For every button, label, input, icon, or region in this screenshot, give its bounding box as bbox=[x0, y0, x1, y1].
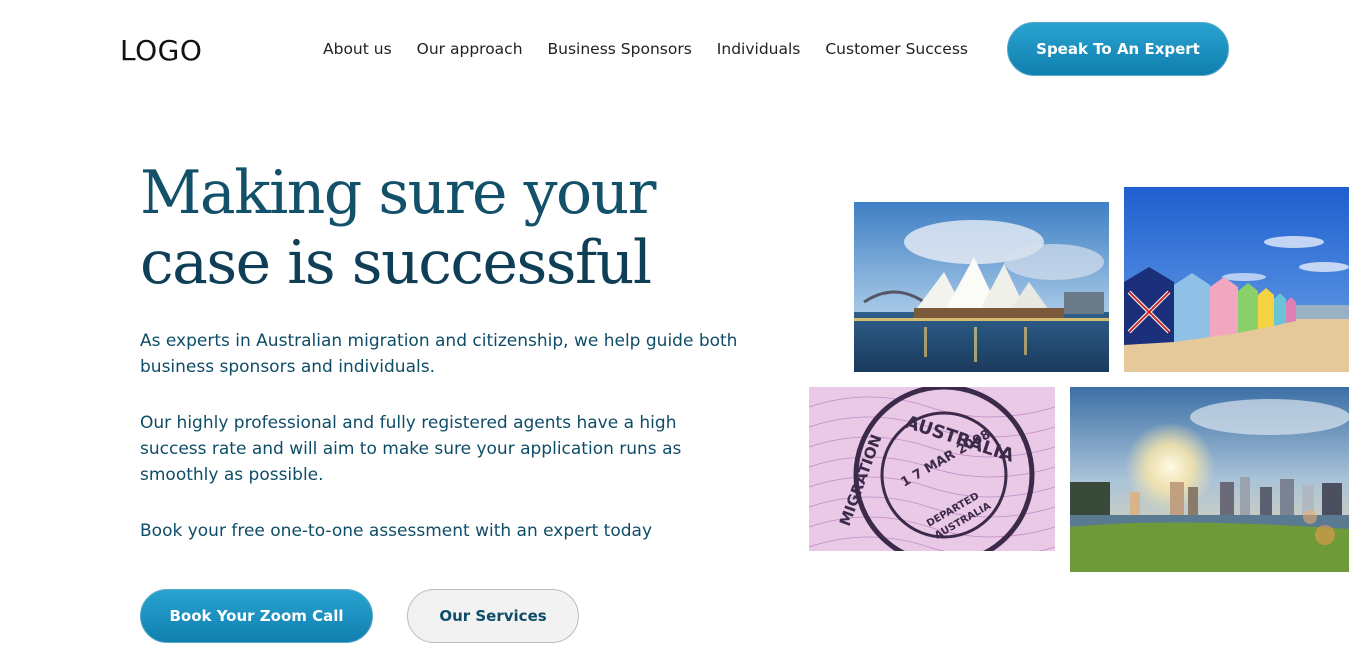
logo[interactable]: LOGO bbox=[120, 34, 202, 67]
book-zoom-call-button[interactable]: Book Your Zoom Call bbox=[140, 589, 373, 643]
hero-title-line2: case is successful bbox=[140, 228, 652, 298]
hero-paragraph-2: Our highly professional and fully regist… bbox=[140, 413, 682, 485]
main-nav: About us Our approach Business Sponsors … bbox=[323, 40, 993, 58]
hero-paragraph-3: Book your free one-to-one assessment wit… bbox=[140, 521, 653, 541]
hero-paragraph-1: As experts in Australian migration and c… bbox=[140, 331, 738, 377]
sydney-opera-house-image bbox=[854, 202, 1109, 372]
nav-business-sponsors[interactable]: Business Sponsors bbox=[548, 40, 692, 58]
our-services-button[interactable]: Our Services bbox=[407, 589, 579, 643]
hero-title: Making sure your case is successful bbox=[140, 158, 656, 298]
nav-about-us[interactable]: About us bbox=[323, 40, 392, 58]
nav-customer-success[interactable]: Customer Success bbox=[825, 40, 968, 58]
speak-to-expert-button[interactable]: Speak To An Expert bbox=[1007, 22, 1229, 76]
city-skyline-image bbox=[1070, 387, 1349, 572]
nav-our-approach[interactable]: Our approach bbox=[417, 40, 523, 58]
hero-title-line1: Making sure your bbox=[140, 158, 656, 228]
beach-huts-image bbox=[1124, 187, 1349, 372]
immigration-stamp-image: AUSTRALIA MIGRATION 1 7 MAR 2008 DEPARTE… bbox=[809, 387, 1055, 551]
nav-individuals[interactable]: Individuals bbox=[717, 40, 801, 58]
